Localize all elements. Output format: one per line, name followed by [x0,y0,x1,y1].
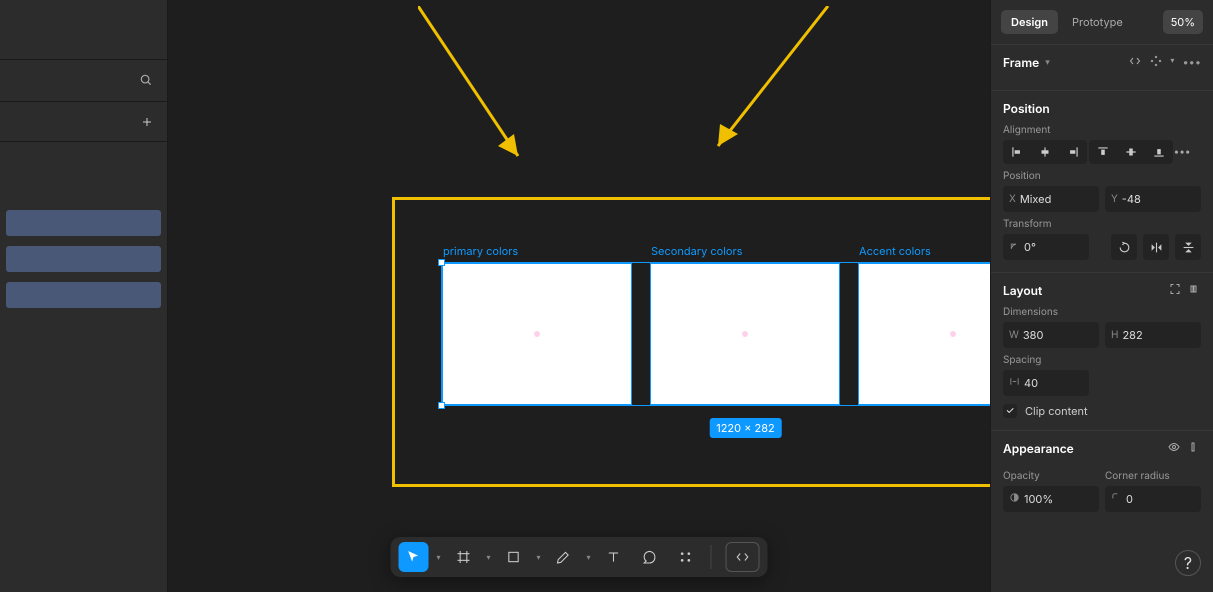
layer-item[interactable] [6,282,161,308]
align-left-button[interactable] [1003,140,1031,164]
checkbox-checked-icon[interactable]: ✓ [1003,404,1017,418]
panel-tabs: Design Prototype 50% [991,0,1213,44]
chevron-down-icon[interactable]: ▾ [1045,57,1050,68]
selection-size-badge: 1220 × 282 [709,418,782,438]
y-field[interactable]: Y-48 [1105,186,1201,212]
frame-tool[interactable] [449,542,479,572]
spacing-field[interactable]: 40 [1003,370,1089,396]
left-panel-header [0,0,167,60]
clip-content-row[interactable]: ✓ Clip content [1003,404,1201,418]
tab-prototype[interactable]: Prototype [1062,10,1133,34]
eye-icon[interactable] [1167,441,1181,456]
align-top-button[interactable] [1089,140,1117,164]
chevron-down-icon[interactable]: ▾ [435,552,443,562]
position-label: Position [1003,170,1201,182]
clip-content-label: Clip content [1025,404,1088,418]
right-panel: Design Prototype 50% Frame ▾ ▾ ••• [990,0,1213,592]
frame-section: Frame ▾ ▾ ••• [991,44,1213,90]
frame-title[interactable]: Frame [1003,55,1039,70]
add-layer-row [0,102,167,142]
component-icon[interactable] [1150,55,1162,70]
corner-radius-field[interactable]: 0 [1105,486,1201,512]
height-field[interactable]: H282 [1105,322,1201,348]
help-button[interactable]: ? [1175,550,1201,576]
angle-icon [1009,240,1020,254]
flip-horizontal-button[interactable] [1143,234,1169,260]
spacing-icon [1009,376,1020,390]
text-tool[interactable] [599,542,629,572]
chevron-down-icon[interactable]: ▾ [535,552,543,562]
transform-label: Transform [1003,218,1201,230]
frame-primary-colors[interactable]: primary colors [442,263,632,405]
align-right-button[interactable] [1059,140,1087,164]
autolayout-icon[interactable] [1189,283,1201,298]
move-tool[interactable] [399,542,429,572]
comment-tool[interactable] [635,542,665,572]
frame-center-dot [534,331,540,337]
layout-title: Layout [1003,283,1042,298]
rotate-90-button[interactable] [1111,234,1137,260]
chevron-down-icon[interactable]: ▾ [585,552,593,562]
rectangle-tool[interactable] [499,542,529,572]
selection-handle[interactable] [438,259,445,266]
position-title: Position [1003,101,1050,116]
align-hcenter-button[interactable] [1031,140,1059,164]
align-vcenter-button[interactable] [1117,140,1145,164]
frame-center-dot [742,331,748,337]
pen-tool[interactable] [549,542,579,572]
autolayout-collapse-icon[interactable] [1169,283,1181,298]
layer-item[interactable] [6,210,161,236]
settings-icon[interactable] [1189,441,1201,456]
bottom-toolbar: ▾ ▾ ▾ ▾ [391,537,768,577]
toolbar-separator [711,545,712,569]
more-icon[interactable]: ••• [1182,55,1201,70]
search-icon[interactable] [139,71,153,91]
canvas[interactable]: primary colors Secondary colors Accent c… [168,0,990,592]
code-icon[interactable] [1128,55,1142,70]
opacity-field[interactable]: 100% [1003,486,1099,512]
align-more-button[interactable]: ••• [1175,146,1189,158]
alignment-label: Alignment [1003,124,1201,136]
width-field[interactable]: W380 [1003,322,1099,348]
dimensions-label: Dimensions [1003,306,1201,318]
layer-item[interactable] [6,246,161,272]
align-bottom-button[interactable] [1145,140,1173,164]
frame-label[interactable]: primary colors [443,244,518,258]
annotation-arrow-right [708,6,838,166]
left-panel [0,0,168,592]
selection-handle[interactable] [438,402,445,409]
plus-icon[interactable] [141,112,153,132]
corner-icon [1111,492,1122,506]
dev-mode-button[interactable] [726,542,760,572]
flip-vertical-button[interactable] [1175,234,1201,260]
x-field[interactable]: XMixed [1003,186,1099,212]
zoom-value: 50% [1171,15,1195,29]
corner-label: Corner radius [1105,470,1201,482]
chevron-down-icon[interactable]: ▾ [485,552,493,562]
frame-center-dot [950,331,956,337]
actions-tool[interactable] [671,542,701,572]
frame-label[interactable]: Secondary colors [651,244,742,258]
selection-group[interactable]: primary colors Secondary colors Accent c… [442,263,1049,405]
appearance-section: Appearance Opacity 100% Corner radius [991,430,1213,524]
spacing-label: Spacing [1003,354,1201,366]
zoom-control[interactable]: 50% [1163,10,1203,34]
opacity-label: Opacity [1003,470,1099,482]
tab-design[interactable]: Design [1001,10,1058,34]
search-row [0,60,167,102]
annotation-arrow-left [418,6,538,176]
position-section: Position Alignment ••• Position XMixed Y [991,90,1213,272]
opacity-icon [1009,492,1020,506]
rotation-field[interactable]: 0° [1003,234,1089,260]
layout-section: Layout Dimensions W380 H282 Spacing 40 ✓ [991,272,1213,430]
frame-label[interactable]: Accent colors [859,244,931,258]
frame-secondary-colors[interactable]: Secondary colors [650,263,840,405]
chevron-down-icon[interactable]: ▾ [1170,55,1174,70]
appearance-title: Appearance [1003,441,1074,456]
